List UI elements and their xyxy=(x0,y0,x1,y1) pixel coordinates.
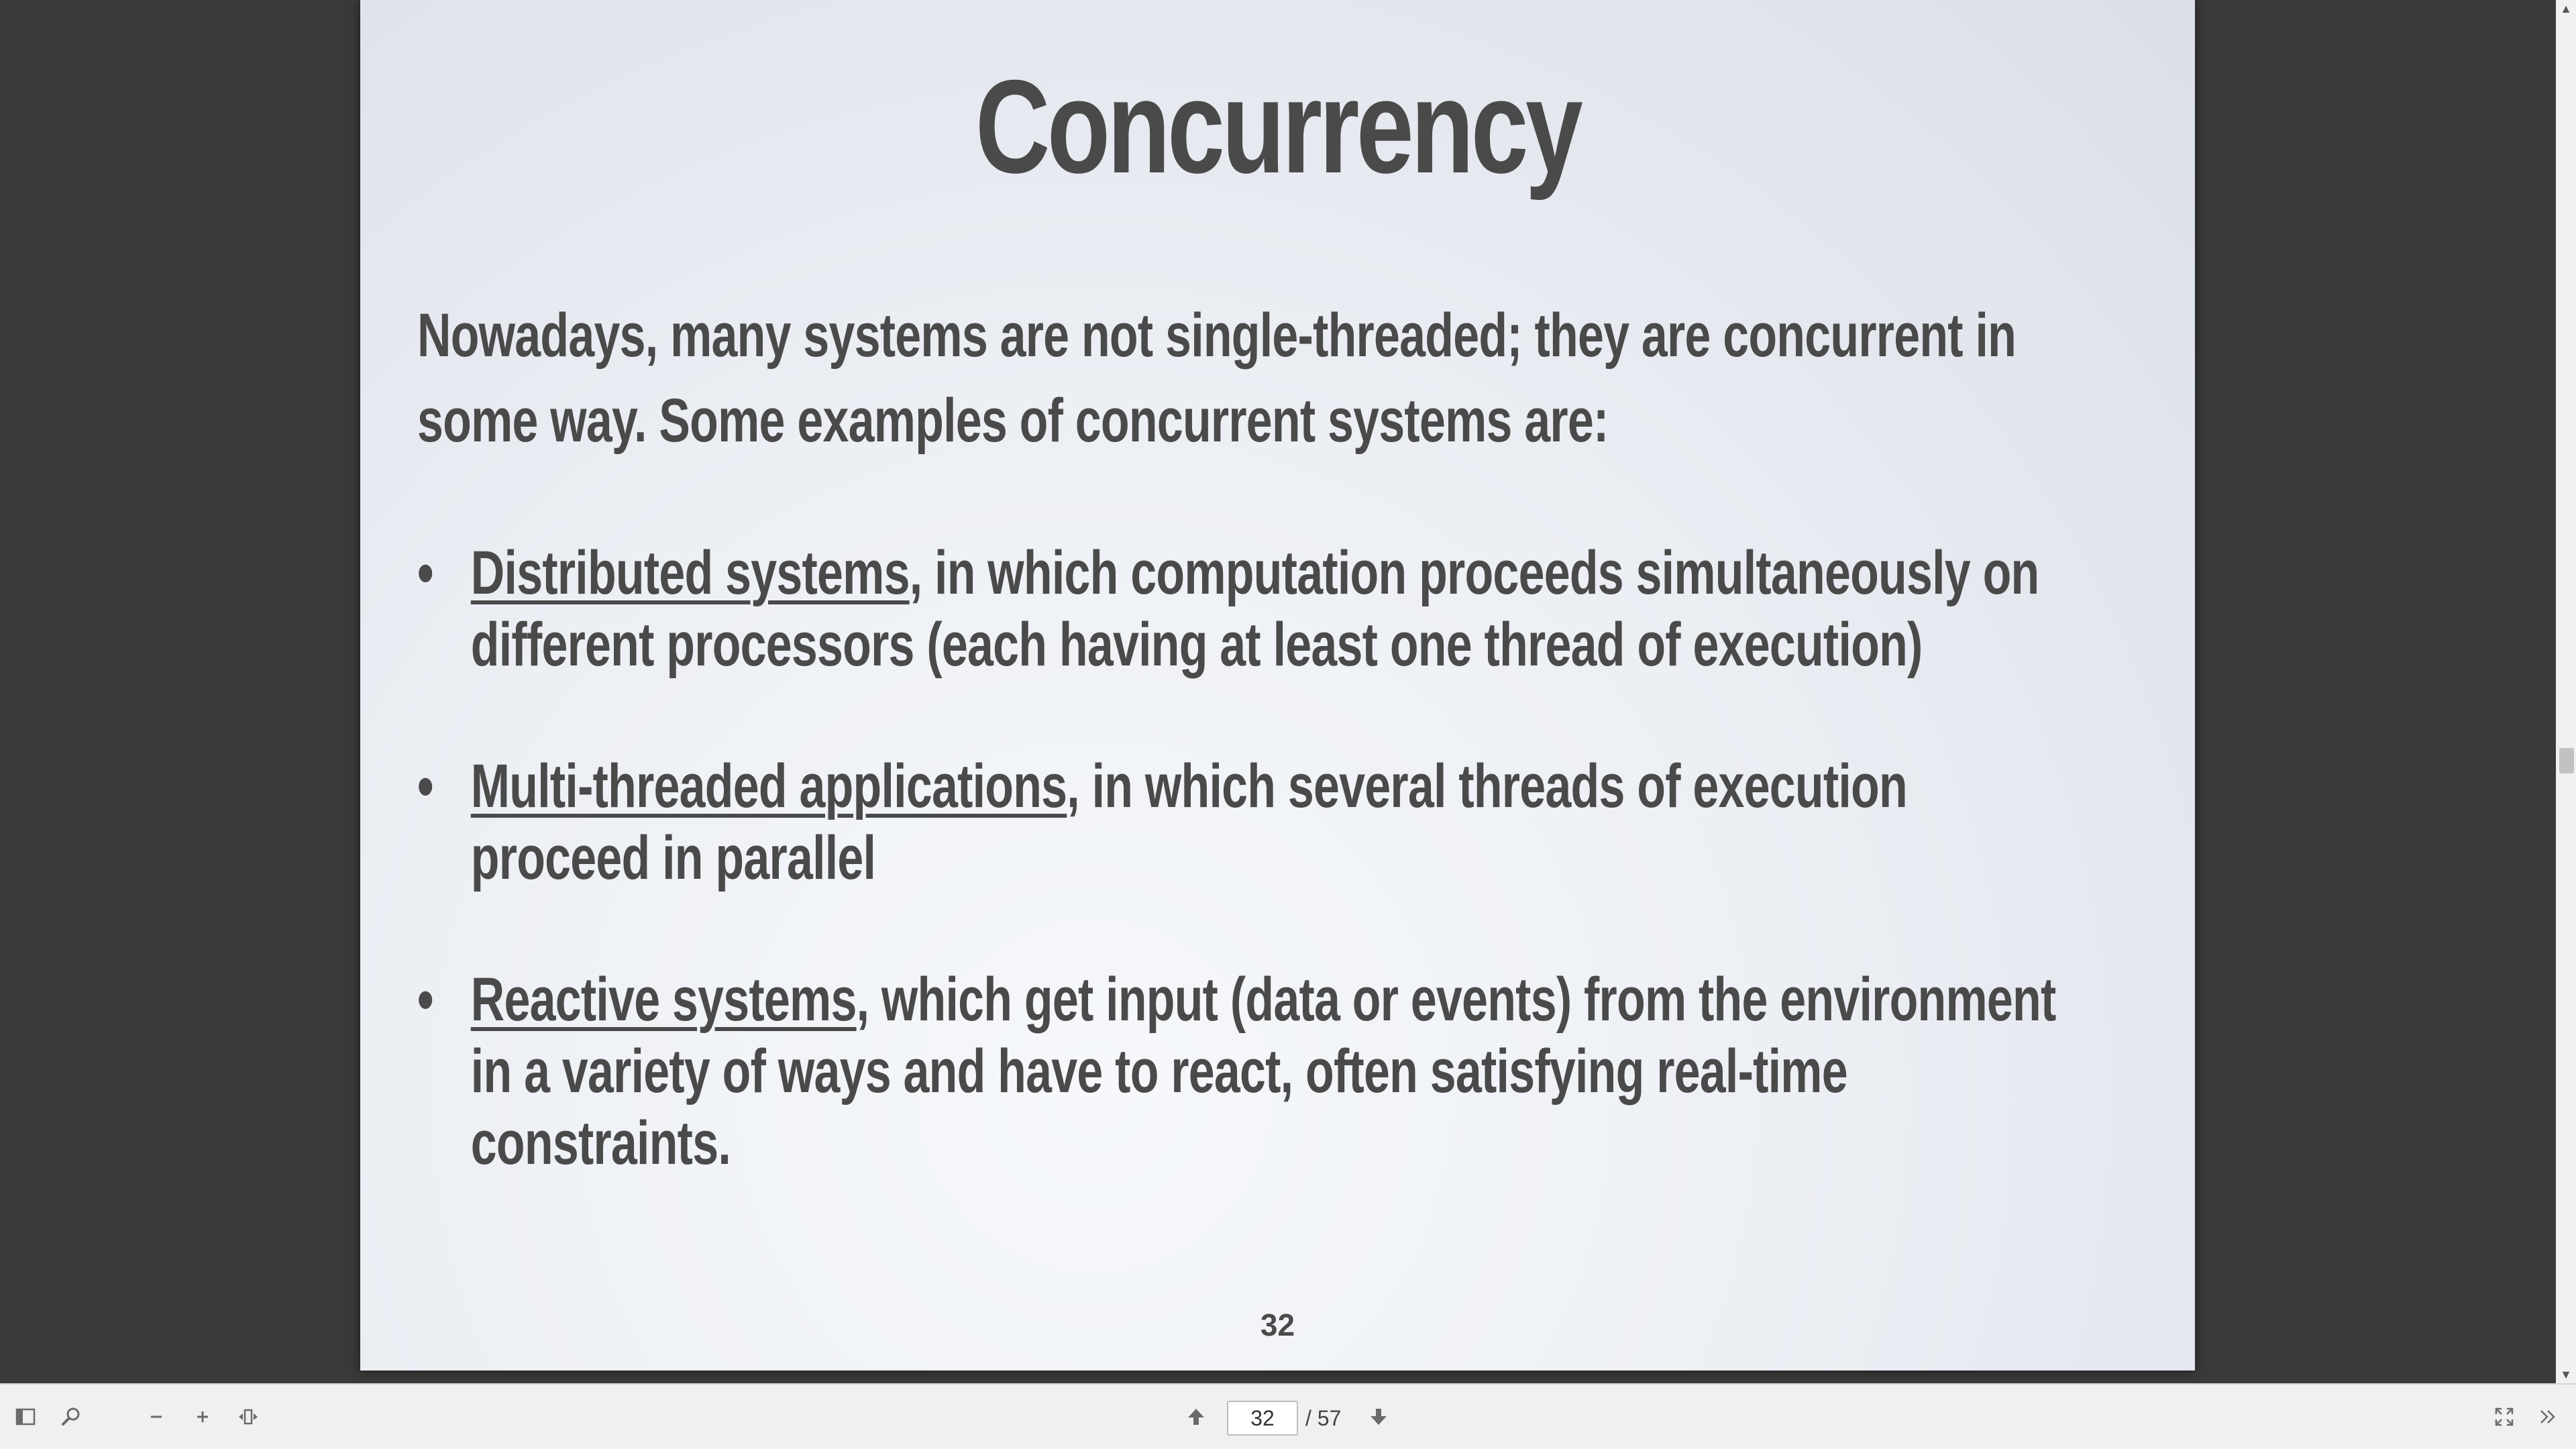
bullet-content: Multi-threaded applications, in which se… xyxy=(471,751,2074,894)
previous-page-button[interactable] xyxy=(1177,1398,1215,1436)
bullet-marker: • xyxy=(417,539,433,607)
fit-page-icon xyxy=(239,1409,258,1425)
sidebar-toggle-button[interactable] xyxy=(7,1398,44,1436)
double-chevron-right-icon xyxy=(2540,1410,2555,1424)
slide-intro-text: Nowadays, many systems are not single-th… xyxy=(417,301,2017,455)
slide-page: Concurrency Nowadays, many systems are n… xyxy=(360,0,2195,1371)
fullscreen-button[interactable] xyxy=(2485,1398,2523,1436)
bullet-term: Distributed systems xyxy=(470,539,910,607)
bullet-term: Reactive systems xyxy=(470,965,857,1034)
slide-number: 32 xyxy=(1260,1307,1295,1342)
sidebar-toggle-icon xyxy=(15,1408,36,1426)
bullet-item: • Multi-threaded applications, in which … xyxy=(417,751,2074,894)
fullscreen-icon xyxy=(2495,1407,2514,1426)
vertical-scrollbar[interactable]: ▲ ▼ xyxy=(2556,0,2576,1383)
bullet-marker: • xyxy=(417,752,433,820)
viewer-toolbar: / 57 xyxy=(0,1383,2576,1449)
bullet-item: • Reactive systems, which get input (dat… xyxy=(417,964,2074,1179)
arrow-down-icon xyxy=(1371,1409,1387,1425)
bullet-content: Distributed systems, in which computatio… xyxy=(471,537,2074,681)
arrow-up-icon xyxy=(1188,1409,1204,1425)
search-icon xyxy=(62,1407,80,1426)
bullet-item: • Distributed systems, in which computat… xyxy=(417,537,2074,681)
fit-page-button[interactable] xyxy=(229,1398,267,1436)
search-button[interactable] xyxy=(52,1398,90,1436)
zoom-in-button[interactable] xyxy=(184,1398,221,1436)
more-tools-button[interactable] xyxy=(2529,1398,2567,1436)
scroll-down-arrow[interactable]: ▼ xyxy=(2556,1366,2576,1383)
page-number-input[interactable] xyxy=(1227,1401,1298,1436)
zoom-out-icon xyxy=(151,1415,162,1418)
scroll-thumb[interactable] xyxy=(2559,748,2574,773)
bullet-content: Reactive systems, which get input (data … xyxy=(471,964,2074,1179)
slide-title: Concurrency xyxy=(975,52,1583,201)
bullet-term: Multi-threaded applications xyxy=(470,752,1067,820)
document-viewport[interactable]: Concurrency Nowadays, many systems are n… xyxy=(0,0,2556,1383)
page-total-label: / 57 xyxy=(1305,1406,1342,1430)
zoom-out-button[interactable] xyxy=(138,1398,175,1436)
zoom-in-icon xyxy=(197,1411,208,1422)
scroll-up-arrow[interactable]: ▲ xyxy=(2556,0,2576,17)
bullet-marker: • xyxy=(417,965,433,1034)
next-page-button[interactable] xyxy=(1360,1398,1397,1436)
